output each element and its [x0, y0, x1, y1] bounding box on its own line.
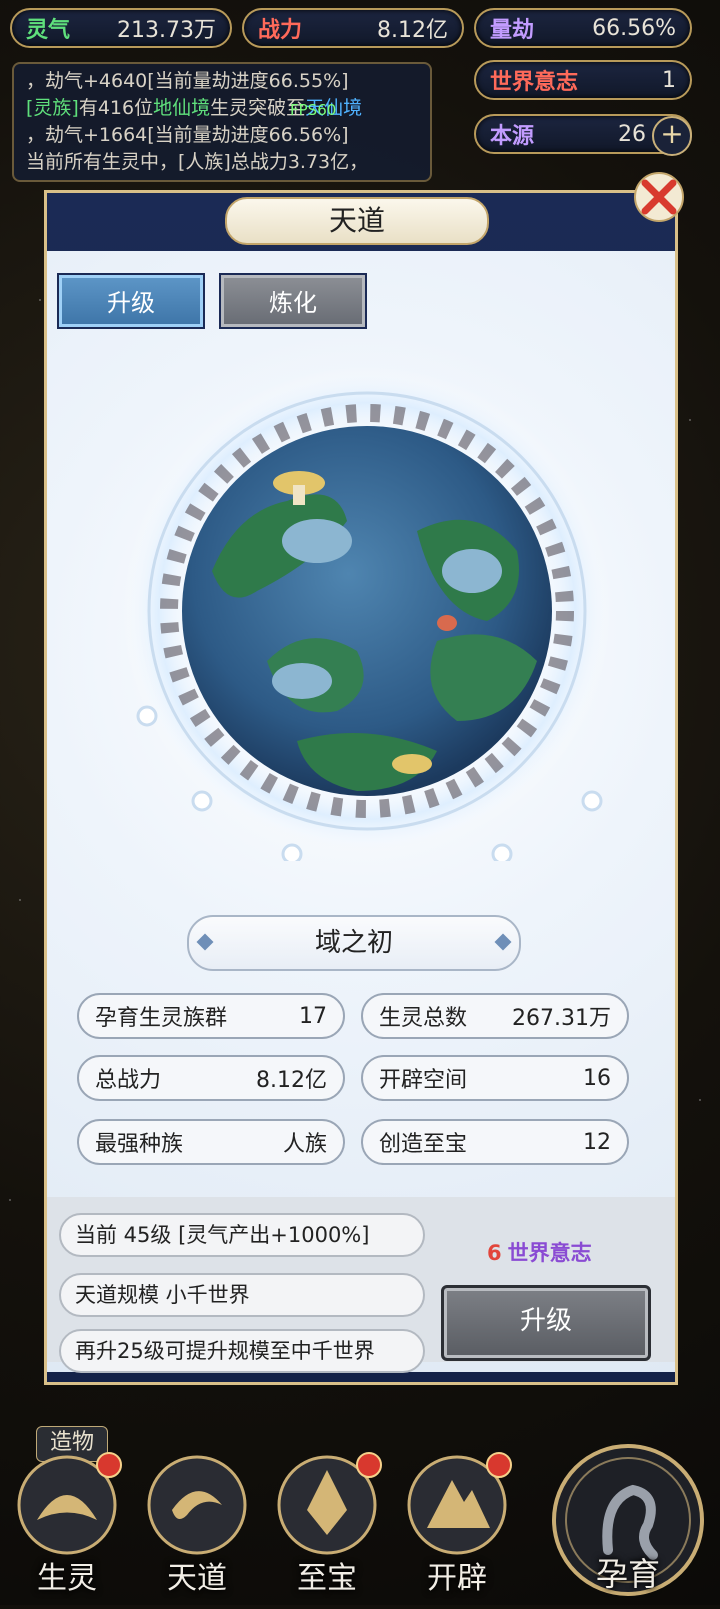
stat-value: 人族 — [282, 1132, 327, 1157]
lingqi-value: 213.73万 — [117, 18, 216, 43]
stat-value: 267.31万 — [512, 1006, 611, 1031]
stat-race-groups: 孕育生灵族群 17 — [77, 993, 345, 1039]
nurture-label: 孕育 — [595, 1555, 660, 1593]
upgrade-cost: 6 世界意志 — [487, 1237, 592, 1267]
benyuan-value: 26 — [618, 121, 646, 147]
notification-dot — [96, 1452, 122, 1478]
stat-label: 最强种族 — [95, 1132, 184, 1157]
stat-total-beings: 生灵总数 267.31万 — [361, 993, 629, 1039]
log-realm: 地仙境 — [153, 97, 211, 119]
stat-treasures: 创造至宝 12 — [361, 1119, 629, 1165]
diamond-icon — [494, 933, 512, 951]
tab-upgrade[interactable]: 升级 — [57, 273, 205, 329]
scale-info: 天道规模 小千世界 — [59, 1273, 425, 1317]
swirl-icon — [147, 1455, 247, 1555]
tab-refine[interactable]: 炼化 — [219, 273, 367, 329]
current-level-info: 当前 45级 [灵气产出+1000%] — [59, 1213, 425, 1257]
close-icon[interactable] — [631, 169, 687, 225]
realm-name: 域之初 — [314, 928, 393, 958]
liangjie-value: 66.56% — [592, 15, 676, 41]
stat-value: 12 — [583, 1129, 611, 1155]
stat-label: 总战力 — [95, 1068, 162, 1093]
world-planet-image — [122, 366, 612, 861]
nav-shengling[interactable]: 生灵 — [12, 1450, 122, 1605]
stat-opened-space: 开辟空间 16 — [361, 1055, 629, 1101]
nav-label: 天道 — [167, 1561, 227, 1596]
shijie-value: 1 — [662, 67, 676, 93]
cost-amount: 6 — [487, 1241, 502, 1265]
upgrade-button[interactable]: 升级 — [441, 1285, 651, 1361]
stat-label: 孕育生灵族群 — [95, 1006, 228, 1031]
stat-value: 16 — [583, 1065, 611, 1091]
benyuan-resource: 本源 26 + — [474, 114, 692, 156]
cost-unit: 世界意志 — [507, 1241, 592, 1265]
lingqi-label: 灵气 — [26, 18, 71, 43]
zhanli-resource: 战力 8.12亿 — [242, 8, 464, 48]
dialog-title: 天道 — [225, 197, 489, 245]
stat-label: 开辟空间 — [379, 1068, 468, 1093]
tiandao-dialog: 天道 升级 炼化 域之初 孕育生灵族群 17 生灵总数 267.31万 总战力 … — [44, 172, 684, 1385]
zhanli-label: 战力 — [258, 18, 303, 43]
stat-value: 17 — [299, 1003, 327, 1029]
fps-counter: FPS60 — [290, 101, 337, 119]
dialog-body: 升级 炼化 域之初 孕育生灵族群 17 生灵总数 267.31万 总战力 8.1… — [47, 251, 675, 1373]
liangjie-resource: 量劫 66.56% — [474, 8, 692, 48]
stat-strongest-race: 最强种族 人族 — [77, 1119, 345, 1165]
diamond-icon — [196, 933, 214, 951]
next-scale-info: 再升25级可提升规模至中千世界 — [59, 1329, 425, 1373]
nav-tiandao[interactable]: 天道 — [142, 1450, 252, 1605]
realm-name-banner: 域之初 — [187, 915, 521, 971]
zhanli-value: 8.12亿 — [377, 18, 448, 43]
liangjie-label: 量劫 — [490, 18, 535, 43]
nav-kaipi[interactable]: 开辟 — [402, 1450, 512, 1605]
stat-value: 8.12亿 — [256, 1068, 327, 1093]
add-benyuan-button[interactable]: + — [652, 116, 692, 156]
log-text: 有416位 — [78, 97, 154, 119]
shijie-label: 世界意志 — [490, 70, 579, 95]
log-race: [灵族] — [26, 97, 79, 119]
event-log[interactable]: ，劫气+4640[当前量劫进度66.55%] [灵族]有416位地仙境生灵突破至… — [12, 62, 432, 182]
log-line: [灵族]有416位地仙境生灵突破至天仙境 — [26, 95, 418, 122]
shijie-resource: 世界意志 1 — [474, 60, 692, 100]
stat-label: 创造至宝 — [379, 1132, 468, 1157]
stat-total-power: 总战力 8.12亿 — [77, 1055, 345, 1101]
nav-label: 至宝 — [297, 1561, 357, 1596]
nav-zhibao[interactable]: 至宝 — [272, 1450, 382, 1605]
benyuan-label: 本源 — [490, 124, 535, 149]
log-line: ，劫气+4640[当前量劫进度66.55%] — [26, 70, 349, 92]
stat-label: 生灵总数 — [379, 1006, 468, 1031]
notification-dot — [486, 1452, 512, 1478]
log-line: ，劫气+1664[当前量劫进度66.56%] — [26, 124, 349, 146]
nav-label: 开辟 — [427, 1561, 487, 1596]
nav-label: 生灵 — [37, 1561, 97, 1596]
lingqi-resource: 灵气 213.73万 — [10, 8, 232, 48]
log-line: 当前所有生灵中，[人族]总战力3.73亿， — [26, 151, 369, 173]
nurture-button[interactable]: 孕育 — [548, 1440, 708, 1605]
notification-dot — [356, 1452, 382, 1478]
